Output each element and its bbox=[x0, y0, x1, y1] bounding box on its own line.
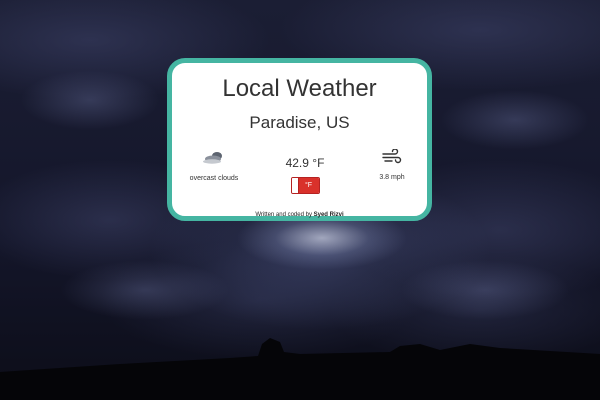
unit-toggle-button[interactable]: °F bbox=[290, 177, 320, 194]
weather-card: Local Weather Paradise, US overcast clou… bbox=[167, 58, 432, 221]
wind-block: 3.8 mph bbox=[360, 148, 424, 181]
cloud-shape bbox=[440, 90, 590, 150]
credit-prefix: Written and coded by bbox=[255, 212, 314, 218]
wind-speed-label: 3.8 mph bbox=[379, 174, 405, 181]
unit-label: °F bbox=[298, 178, 319, 193]
cloud-shape bbox=[400, 260, 570, 320]
page-title: Local Weather bbox=[222, 75, 377, 102]
wind-icon bbox=[382, 148, 402, 165]
night-sky-background: Local Weather Paradise, US overcast clou… bbox=[0, 0, 600, 400]
condition-label: overcast clouds bbox=[189, 175, 239, 182]
cloud-shape bbox=[60, 260, 230, 320]
cloud-shape bbox=[20, 70, 160, 130]
credit-line: Written and coded by Syed Rizvi bbox=[172, 212, 427, 218]
location-label: Paradise, US bbox=[249, 113, 350, 132]
temperature-block: 42.9 °F °F bbox=[266, 149, 344, 198]
condition-block: overcast clouds bbox=[182, 149, 246, 182]
cloud-icon bbox=[203, 149, 225, 165]
temperature-value: 42.9 °F bbox=[285, 156, 325, 170]
toggle-knob bbox=[291, 178, 299, 193]
author-name: Syed Rizvi bbox=[313, 212, 344, 218]
rooftop-silhouette bbox=[0, 338, 600, 400]
